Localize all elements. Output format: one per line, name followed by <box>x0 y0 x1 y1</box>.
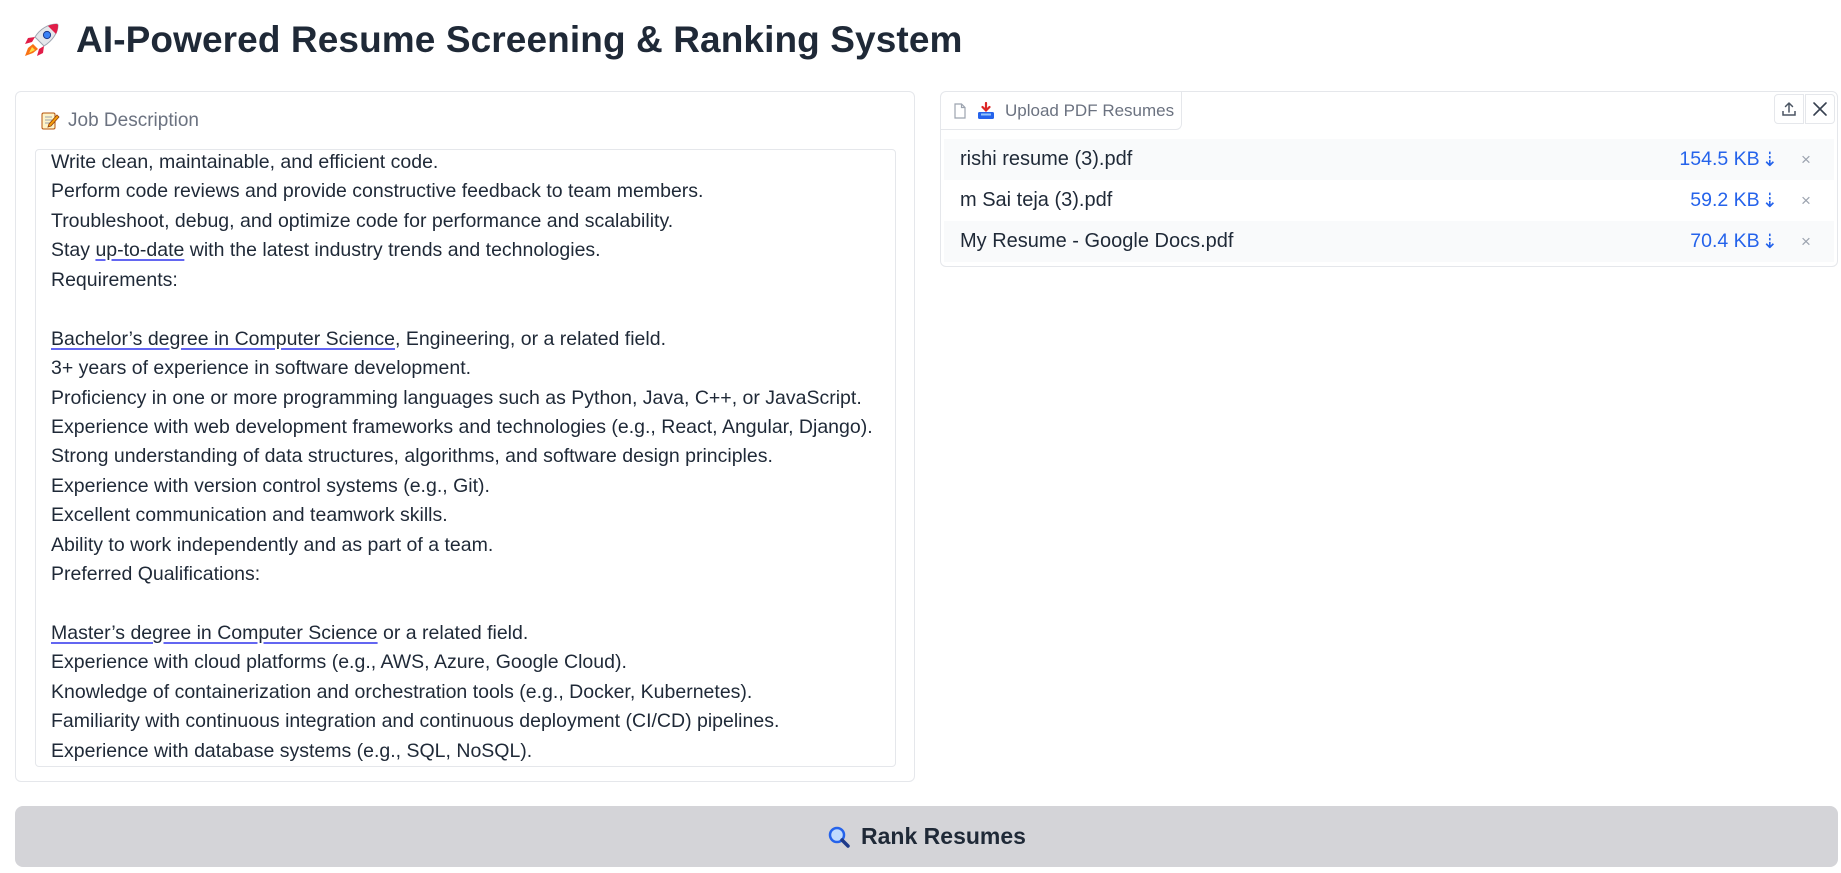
file-name: rishi resume (3).pdf <box>960 148 1133 170</box>
job-description-line: Experience with version control systems … <box>51 472 885 501</box>
rocket-icon <box>25 23 59 56</box>
page-title: AI-Powered Resume Screening & Ranking Sy… <box>76 19 963 60</box>
rank-resumes-button[interactable]: Rank Resumes <box>15 806 1838 867</box>
uploaded-file-list: rishi resume (3).pdf 154.5 KB ⇣ × m Sai teja… <box>944 139 1834 262</box>
file-size: 59.2 KB <box>1690 189 1760 211</box>
line-text: Ability to work independently and as par… <box>51 533 494 556</box>
download-icon: ⇣ <box>1761 230 1778 253</box>
job-description-line <box>51 295 885 324</box>
memo-icon <box>41 112 60 130</box>
job-description-label: Job Description <box>40 110 199 132</box>
line-text: Experience with cloud platforms (e.g., A… <box>51 651 627 674</box>
job-description-line: Bachelor’s degree in Computer Science, E… <box>51 325 885 354</box>
job-description-line: Preferred Qualifications: <box>51 560 885 589</box>
line-text: or a related field. <box>377 622 529 644</box>
app-page: AI-Powered Resume Screening & Ranking Sy… <box>0 0 1841 873</box>
inbox-tray-icon <box>978 101 994 119</box>
job-description-line: Proficiency in one or more programming l… <box>51 384 885 413</box>
line-text: Familiarity with continuous integration … <box>51 710 780 733</box>
job-description-line: Master’s degree in Computer Science or a… <box>51 619 885 648</box>
file-name: m Sai teja (3).pdf <box>960 189 1113 211</box>
job-description-line: Experience with database systems (e.g., … <box>51 737 885 766</box>
file-row: m Sai teja (3).pdf 59.2 KB ⇣ × <box>944 180 1834 221</box>
job-description-text: Write clean, maintainable, and efficient… <box>51 150 885 766</box>
remove-file-button[interactable]: × <box>1778 191 1834 211</box>
file-download-link[interactable]: 154.5 KB ⇣ <box>1679 148 1778 172</box>
line-text: Excellent communication and teamwork ski… <box>51 504 448 527</box>
job-description-textarea[interactable]: Write clean, maintainable, and efficient… <box>35 149 896 767</box>
job-description-label-text: Job Description <box>68 110 199 131</box>
job-description-line: Familiarity with continuous integration … <box>51 707 885 736</box>
job-description-line: Ability to work independently and as par… <box>51 531 885 560</box>
file-row: rishi resume (3).pdf 154.5 KB ⇣ × <box>944 139 1834 180</box>
job-description-line: Write clean, maintainable, and efficient… <box>51 150 885 177</box>
download-icon: ⇣ <box>1761 189 1778 212</box>
remove-file-button[interactable]: × <box>1778 232 1834 252</box>
line-text: Requirements: <box>51 268 178 291</box>
job-description-line: Strong understanding of data structures,… <box>51 442 885 471</box>
file-download-link[interactable]: 59.2 KB ⇣ <box>1690 189 1778 213</box>
rank-resumes-label: Rank Resumes <box>861 823 1026 849</box>
download-icon: ⇣ <box>1761 148 1778 171</box>
job-description-line: Stay up-to-date with the latest industry… <box>51 236 885 265</box>
close-icon <box>1813 102 1827 116</box>
clear-files-button[interactable] <box>1805 94 1835 124</box>
file-upload-panel: Upload PDF Resumes rishi resume (3).pdf 1… <box>940 91 1838 267</box>
line-text: , Engineering, or a related field. <box>394 327 666 350</box>
line-text: Experience with web development framewor… <box>51 415 873 438</box>
file-row: My Resume - Google Docs.pdf 70.4 KB ⇣ × <box>944 221 1834 262</box>
underlined-text: Master’s degree in Computer Science <box>51 622 378 644</box>
job-description-line: Troubleshoot, debug, and optimize code f… <box>51 207 885 236</box>
file-icon <box>954 102 966 119</box>
job-description-line: Experience with cloud platforms (e.g., A… <box>51 648 885 677</box>
line-text: Knowledge of containerization and orches… <box>51 680 753 703</box>
upload-icon <box>1782 101 1796 116</box>
line-text: with the latest industry trends and tech… <box>184 239 601 262</box>
upload-pdf-resumes-tab[interactable]: Upload PDF Resumes <box>941 92 1182 130</box>
file-size: 154.5 KB <box>1679 148 1760 170</box>
job-description-line: 3+ years of experience in software devel… <box>51 354 885 383</box>
line-text: Proficiency in one or more programming l… <box>51 386 862 409</box>
file-size: 70.4 KB <box>1690 230 1760 252</box>
line-text: Stay <box>51 239 96 262</box>
job-description-panel: Job Description Write clean, maintainabl… <box>15 91 915 782</box>
job-description-line: Perform code reviews and provide constru… <box>51 177 885 206</box>
job-description-line: Knowledge of containerization and orches… <box>51 678 885 707</box>
line-text: Experience with database systems (e.g., … <box>51 739 533 762</box>
upload-button[interactable] <box>1774 94 1804 124</box>
upload-tab-label: Upload PDF Resumes <box>1005 100 1175 120</box>
line-text: Experience with version control systems … <box>51 474 490 497</box>
job-description-line <box>51 590 885 619</box>
remove-file-button[interactable]: × <box>1778 150 1834 170</box>
job-description-line: Experience with web development framewor… <box>51 413 885 442</box>
magnifier-icon <box>828 826 850 848</box>
line-text: Write clean, maintainable, and efficient… <box>51 151 439 173</box>
job-description-line: Requirements: <box>51 266 885 295</box>
line-text: Perform code reviews and provide constru… <box>51 180 704 203</box>
file-name: My Resume - Google Docs.pdf <box>960 230 1234 252</box>
job-description-line: Excellent communication and teamwork ski… <box>51 501 885 530</box>
line-text: Strong understanding of data structures,… <box>51 445 773 468</box>
file-download-link[interactable]: 70.4 KB ⇣ <box>1690 230 1778 254</box>
line-text: Preferred Qualifications: <box>51 563 261 586</box>
page-header: AI-Powered Resume Screening & Ranking Sy… <box>20 16 963 64</box>
underlined-text: up-to-date <box>95 239 185 262</box>
line-text: Troubleshoot, debug, and optimize code f… <box>51 209 674 232</box>
line-text: 3+ years of experience in software devel… <box>51 357 472 380</box>
underlined-text: Bachelor’s degree in Computer Science <box>51 327 395 350</box>
